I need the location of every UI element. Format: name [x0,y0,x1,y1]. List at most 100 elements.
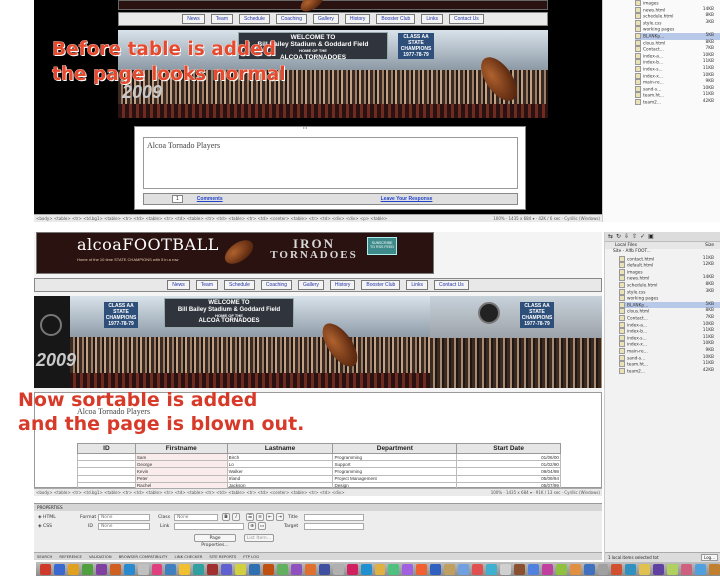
column-header-lastname[interactable]: Lastname [226,443,334,454]
dock-app-icon[interactable] [123,563,135,575]
subscribe-rss-badge[interactable]: SUBSCRIBE TO RSS FEED [367,237,397,255]
page-properties-button[interactable]: Page Properties... [194,534,236,548]
nav-link-gallery[interactable]: Gallery [298,280,324,290]
file-row[interactable]: Contact... 7KB [619,315,720,322]
dock-app-icon[interactable] [151,563,163,575]
file-row[interactable]: BLANKp... 5KB [619,301,720,309]
dock-app-icon[interactable] [430,563,442,575]
nav-link-coaching[interactable]: Coaching [260,280,292,290]
file-row[interactable]: news.html 14KB [619,275,720,282]
dock-app-icon[interactable] [207,563,219,575]
leave-response-link[interactable]: Leave Your Response [381,196,433,202]
italic-button[interactable]: I [232,513,240,521]
file-row[interactable]: team.ht... 11KB [635,92,720,99]
get-files-icon[interactable]: ⇩ [624,233,629,240]
id-select[interactable]: None [98,523,150,530]
dock-app-icon[interactable] [486,563,497,575]
dock-app-icon[interactable] [472,563,483,575]
size-header[interactable]: Size [705,243,714,248]
indent-icon[interactable]: ⇥ [276,513,284,521]
tab-ftp-log[interactable]: FTP LOG [243,554,259,559]
tag-selector[interactable]: <body> <table> <tr> <td.bg1> <table> <tr… [36,490,345,495]
file-row[interactable]: index-b... 11KB [635,59,720,66]
dock-app-icon[interactable] [235,563,247,575]
nav-link-team[interactable]: Team [195,280,218,290]
file-row[interactable]: Contact... 7KB [635,46,720,53]
column-header-firstname[interactable]: Firstname [134,443,228,454]
dock-app-icon[interactable] [541,563,553,575]
connect-icon[interactable]: ⇆ [608,233,613,240]
dock-app-icon[interactable] [625,563,637,575]
dock-app-icon[interactable] [639,563,651,575]
dock-app-icon[interactable] [374,563,386,575]
target-select[interactable] [304,523,364,530]
file-row[interactable]: style.css 3KB [635,20,720,27]
tab-search[interactable]: SEARCH [37,554,52,559]
dock-app-icon[interactable] [597,563,609,575]
site-root[interactable]: Site - Alfb FOOT... [605,249,720,256]
comments-link[interactable]: Comments [197,196,223,202]
dock-app-icon[interactable] [695,563,706,575]
dock-app-icon[interactable] [332,563,344,575]
nav-link-coaching[interactable]: Coaching [275,14,307,24]
nav-link-history[interactable]: History [344,14,371,24]
dock-app-icon[interactable] [346,563,358,575]
file-row[interactable]: working pages [635,26,720,33]
column-header-start-date[interactable]: Start Date [456,443,561,454]
column-header-id[interactable]: ID [77,443,136,454]
dock-app-icon[interactable] [290,563,302,575]
file-row[interactable]: index-s... 11KB [635,66,720,73]
dock-app-icon[interactable] [109,563,121,575]
dock-app-icon[interactable] [611,563,623,575]
file-row[interactable]: team.ht... 11KB [619,361,720,368]
unordered-list-icon[interactable]: ☰ [246,513,254,521]
link-input[interactable] [174,523,244,530]
nav-link-news[interactable]: News [182,14,205,24]
nav-link-links[interactable]: Links [406,280,428,290]
tag-selector[interactable]: <body> <table> <tr> <td.bg1> <table> <tr… [36,216,387,221]
dock-app-icon[interactable] [53,563,65,575]
nav-link-booster-club[interactable]: Booster Club [361,280,401,290]
dock-app-icon[interactable] [583,563,595,575]
dock-app-icon[interactable] [416,563,428,575]
nav-link-links[interactable]: Links [421,14,443,24]
dock-app-icon[interactable] [499,563,511,575]
dock-app-icon[interactable] [667,563,679,575]
file-row[interactable]: index-x... 10KB [619,341,720,348]
file-row[interactable]: default.html 12KB [619,262,720,269]
list-item-button[interactable]: List Item... [244,534,274,542]
nav-link-booster-club[interactable]: Booster Club [376,14,416,24]
tab-reference[interactable]: REFERENCE [59,554,82,559]
file-row[interactable]: main-re... 9KB [619,348,720,355]
log-button[interactable]: Log... [701,554,718,561]
file-row[interactable]: clous.html 8KB [619,308,720,315]
browse-folder-icon[interactable]: ▭ [258,522,266,530]
dock-app-icon[interactable] [458,563,470,575]
nav-link-contact-us[interactable]: Contact Us [434,280,469,290]
dock-app-icon[interactable] [249,563,260,575]
ordered-list-icon[interactable]: ≡ [256,513,264,521]
title-input[interactable] [304,514,364,521]
dock-app-icon[interactable] [137,563,149,575]
class-select[interactable]: None [174,514,218,521]
nav-link-history[interactable]: History [329,280,356,290]
dock-app-icon[interactable] [318,563,330,575]
nav-link-schedule[interactable]: Schedule [239,14,270,24]
bold-button[interactable]: B [222,513,230,521]
tab-link-checker[interactable]: LINK CHECKER [175,554,203,559]
put-files-icon[interactable]: ⇧ [632,233,637,240]
dock-app-icon[interactable] [360,563,372,575]
file-row[interactable]: working pages [619,295,720,302]
dock-app-icon[interactable] [95,563,107,575]
file-row[interactable]: team2... 42KB [635,99,720,106]
file-row[interactable]: main-re... 9KB [635,79,720,86]
dock-app-icon[interactable] [67,563,79,575]
checkout-icon[interactable]: ✓ [640,233,645,240]
refresh-icon[interactable]: ↻ [616,233,621,240]
file-row[interactable]: style.css 3KB [619,289,720,296]
outdent-icon[interactable]: ⇤ [266,513,274,521]
format-select[interactable]: None [98,514,150,521]
html-mode-button[interactable]: ◈ HTML [38,515,56,520]
file-row[interactable]: team2... 42KB [619,368,720,375]
page-number-button[interactable]: 1 [172,195,183,203]
